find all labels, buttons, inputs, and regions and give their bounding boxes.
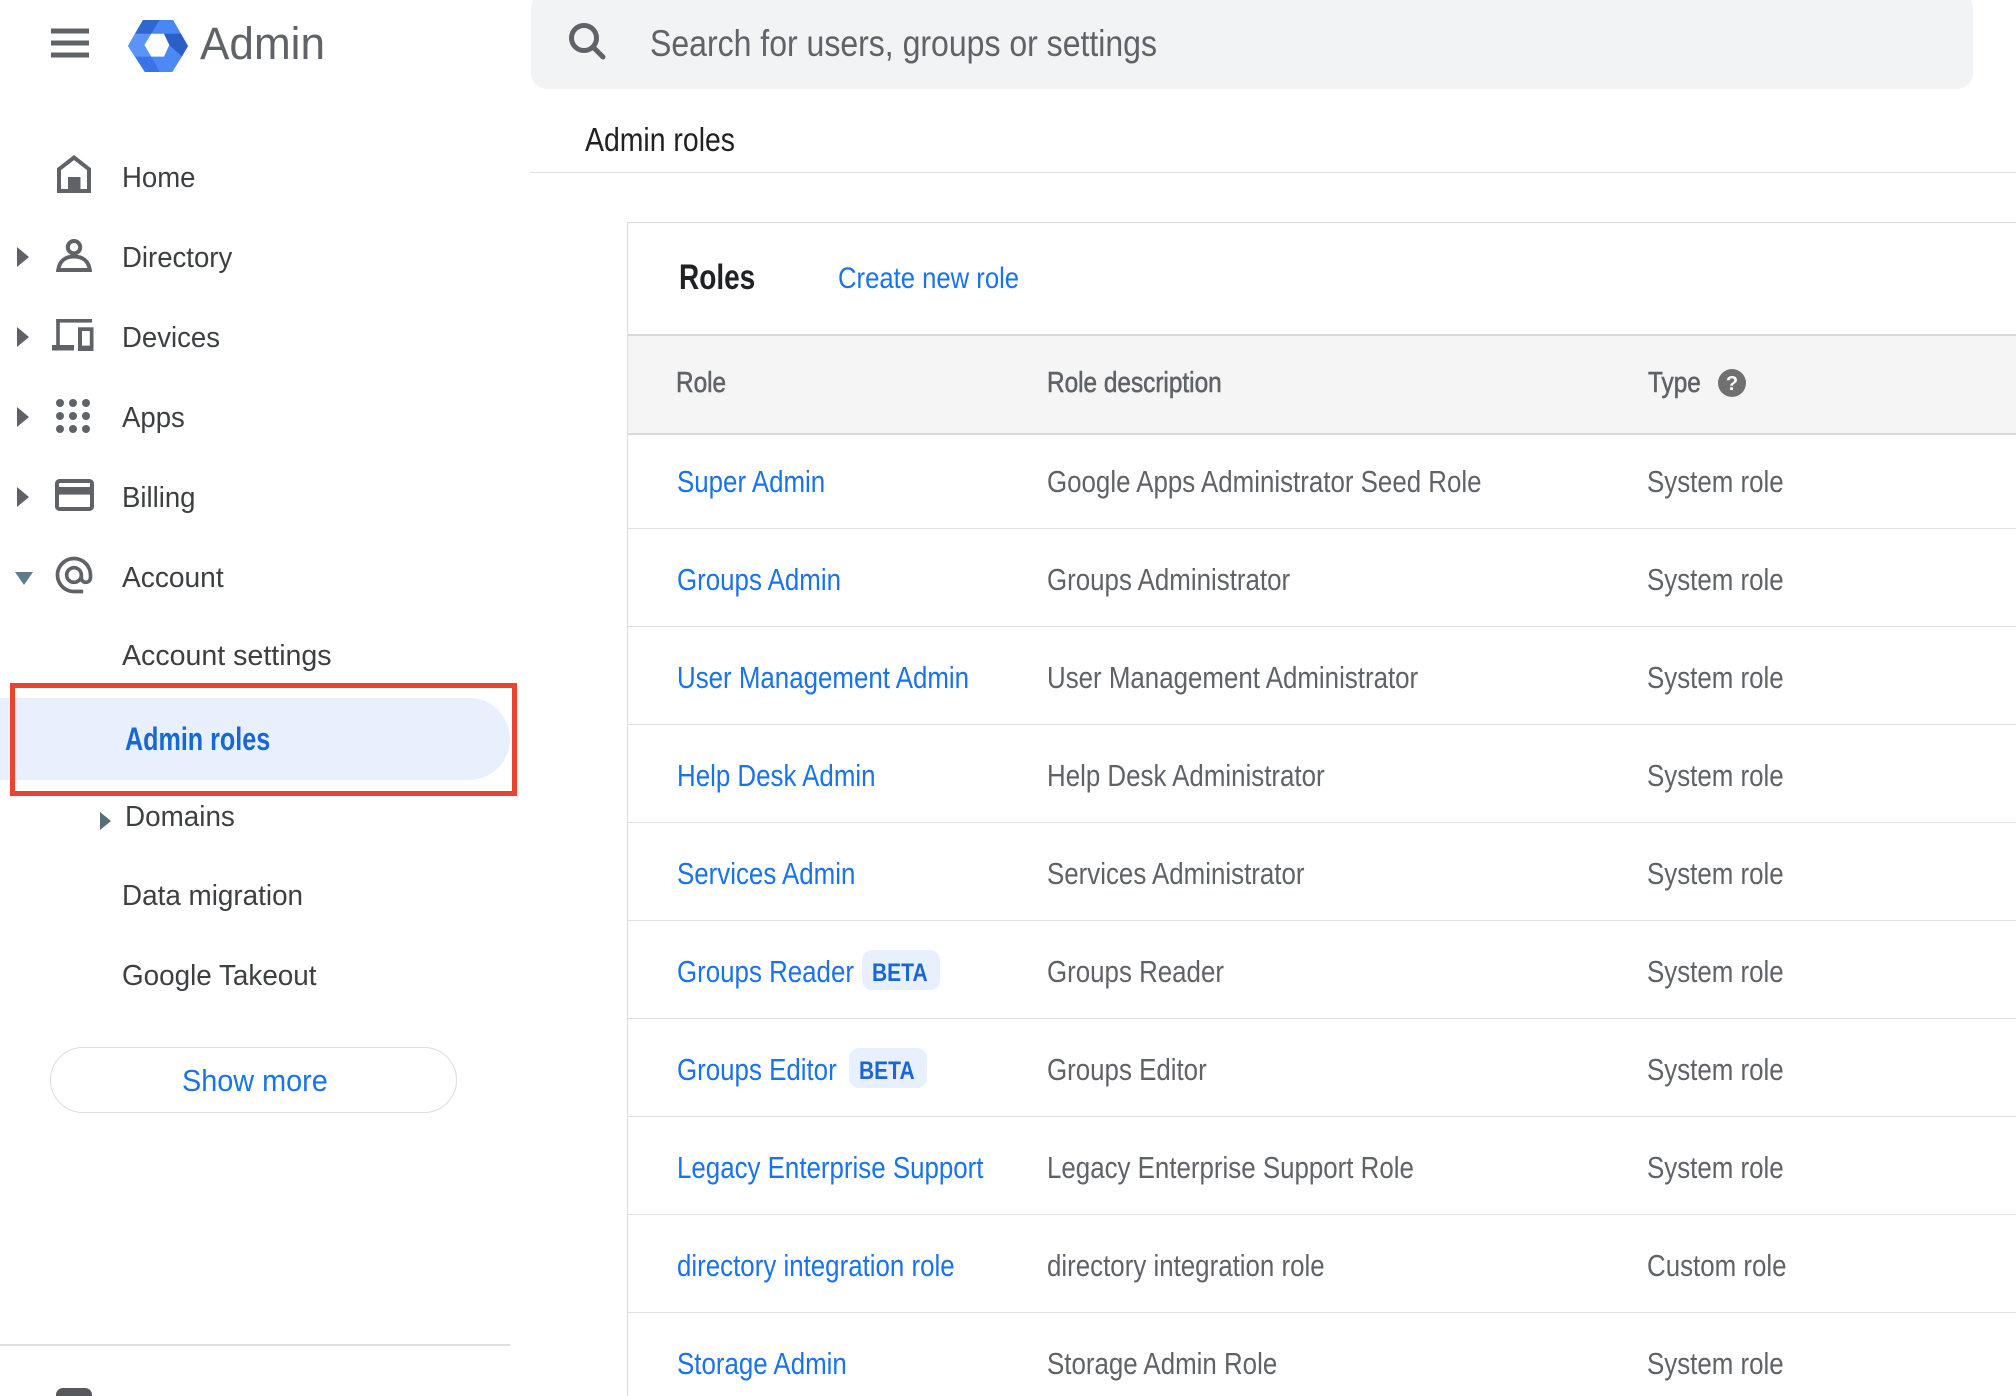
svg-text:?: ? [1726, 373, 1738, 395]
